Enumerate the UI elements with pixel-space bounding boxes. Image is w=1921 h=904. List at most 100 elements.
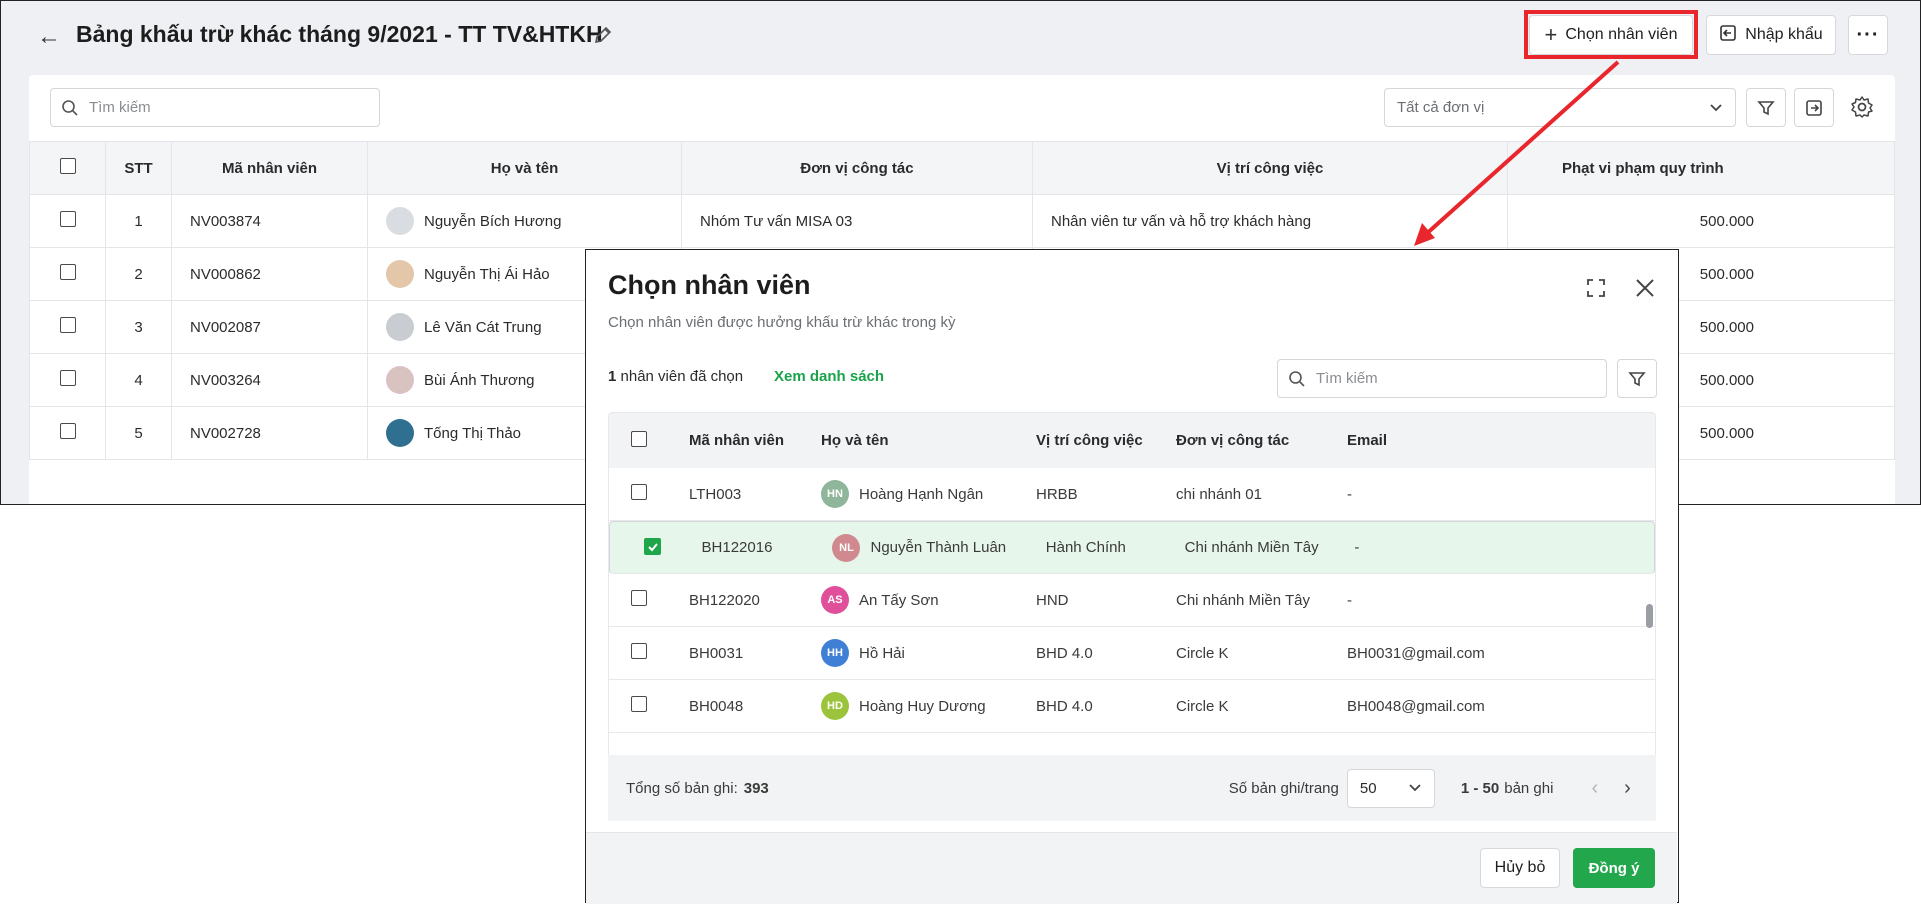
grid-header-position: Vị trí công việc (1036, 432, 1143, 449)
edit-icon[interactable] (593, 25, 613, 50)
row-name: Lê Văn Cát Trung (424, 318, 542, 336)
selected-count-number: 1 (608, 368, 617, 385)
grid-header-code: Mã nhân viên (689, 432, 785, 449)
grid-email: - (1354, 539, 1360, 556)
row-position: Nhân viên tư vấn và hỗ trợ khách hàng (1032, 194, 1508, 248)
grid-unit: Circle K (1176, 697, 1229, 715)
unit-filter-value: Tất cả đơn vị (1397, 99, 1485, 116)
grid-row[interactable]: LTH003 HN Hoàng Hạnh Ngân HRBB chi nhánh … (609, 468, 1655, 521)
filter-icon (1757, 100, 1775, 115)
filter-button[interactable] (1746, 88, 1786, 127)
grid-position: Hành Chính (1045, 539, 1126, 556)
avatar (386, 366, 414, 394)
total-value: 393 (743, 779, 769, 797)
row-name: Nguyễn Bích Hương (424, 212, 562, 230)
row-code: NV000862 (171, 247, 368, 301)
employee-grid: Mã nhân viên Họ và tên Vị trí công việc … (608, 412, 1656, 806)
selected-count-text: nhân viên đã chọn (620, 368, 744, 385)
back-arrow-icon[interactable]: ← (37, 23, 61, 51)
page-title: Bảng khấu trừ khác tháng 9/2021 - TT TV&… (76, 21, 603, 47)
chevron-down-icon (1710, 103, 1722, 111)
view-list-link[interactable]: Xem danh sách (774, 368, 884, 385)
per-page-select[interactable]: 50 (1346, 768, 1435, 808)
grid-header-row: Mã nhân viên Họ và tên Vị trí công việc … (609, 413, 1655, 468)
grid-email: - (1347, 485, 1352, 503)
row-checkbox[interactable] (59, 211, 76, 227)
header-code: Mã nhân viên (171, 141, 368, 195)
row-checkbox[interactable] (59, 317, 76, 333)
grid-code: BH0031 (689, 644, 744, 662)
cancel-button[interactable]: Hủy bỏ (1480, 848, 1560, 888)
export-button[interactable] (1794, 88, 1834, 127)
grid-row-selected[interactable]: BH122016 NL Nguyễn Thành Luân Hành Chính … (609, 521, 1655, 574)
row-checkbox[interactable] (631, 643, 647, 659)
grid-header-name: Họ và tên (821, 432, 889, 449)
row-stt: 1 (105, 194, 172, 248)
dialog-search-input[interactable]: Tìm kiếm (1277, 359, 1607, 398)
grid-unit: Circle K (1176, 644, 1229, 662)
grid-email: BH0048@gmail.com (1347, 697, 1485, 715)
grid-position: BHD 4.0 (1036, 644, 1093, 662)
header-select-all[interactable] (29, 141, 106, 195)
grid-unit: Chi nhánh Miền Tây (1176, 591, 1310, 609)
row-checkbox-checked[interactable] (644, 538, 661, 556)
row-code: NV002087 (171, 300, 368, 354)
header-name: Họ và tên (367, 141, 682, 195)
import-button[interactable]: Nhập khẩu (1706, 15, 1836, 55)
row-checkbox[interactable] (59, 423, 76, 439)
grid-header-unit: Đơn vị công tác (1176, 432, 1290, 449)
grid-code: LTH003 (689, 485, 742, 503)
grid-row[interactable]: BH0048 HD Hoàng Huy Dương BHD 4.0 Circle … (609, 680, 1655, 733)
grid-code: BH0048 (689, 697, 744, 715)
avatar: HH (821, 639, 849, 667)
choose-employee-dialog: Chọn nhân viên Chọn nhân viên được hưởng… (585, 249, 1679, 904)
unit-filter-select[interactable]: Tất cả đơn vị (1384, 88, 1736, 127)
table-row[interactable]: 1 NV003874 Nguyễn Bích Hương Nhóm Tư vấn… (29, 194, 1895, 248)
row-fine: 500.000 (1507, 194, 1895, 248)
highlight-box (1524, 10, 1698, 59)
table-header-row: STT Mã nhân viên Họ và tên Đơn vị công t… (29, 141, 1895, 195)
row-checkbox[interactable] (631, 484, 647, 500)
avatar (386, 260, 414, 288)
more-options-button[interactable]: ··· (1848, 15, 1888, 55)
settings-gear-icon[interactable] (1850, 95, 1874, 124)
ok-button[interactable]: Đồng ý (1573, 848, 1655, 888)
row-name: Bùi Ánh Thương (424, 371, 535, 389)
search-placeholder: Tìm kiếm (89, 99, 151, 116)
per-page-label: Số bản ghi/trang (1228, 779, 1339, 797)
grid-code: BH122020 (689, 591, 760, 609)
row-unit: Nhóm Tư vấn MISA 03 (681, 194, 1033, 248)
row-checkbox[interactable] (631, 590, 647, 606)
row-checkbox[interactable] (59, 370, 76, 386)
more-dots-icon: ··· (1856, 24, 1880, 46)
search-input[interactable]: Tìm kiếm (50, 88, 380, 127)
select-all-checkbox[interactable] (631, 430, 647, 447)
grid-email: BH0031@gmail.com (1347, 644, 1485, 662)
header-position: Vị trí công việc (1032, 141, 1508, 195)
grid-name: Hoàng Hạnh Ngân (859, 485, 984, 503)
grid-row[interactable]: BH122020 AS An Tấy Sơn HND Chi nhánh Miền… (609, 574, 1655, 627)
row-stt: 3 (105, 300, 172, 354)
selected-count: 1 nhân viên đã chọn (608, 368, 743, 385)
avatar: HD (821, 692, 849, 720)
row-checkbox[interactable] (59, 264, 76, 280)
select-all-checkbox[interactable] (59, 158, 76, 174)
maximize-icon[interactable] (1586, 278, 1606, 303)
grid-unit: Chi nhánh Miền Tây (1184, 539, 1319, 556)
grid-code: BH122016 (701, 539, 773, 556)
close-icon[interactable] (1634, 277, 1656, 304)
filter-icon (1628, 371, 1646, 386)
grid-row[interactable]: BH0031 HH Hồ Hải BHD 4.0 Circle K BH0031@… (609, 627, 1655, 680)
row-stt: 5 (105, 406, 172, 460)
grid-scrollbar[interactable] (1646, 604, 1653, 628)
dialog-subtitle: Chọn nhân viên được hưởng khấu trừ khác … (608, 314, 956, 331)
grid-name: Hoàng Huy Dương (859, 697, 986, 715)
search-icon (62, 99, 78, 116)
dialog-filter-button[interactable] (1617, 359, 1657, 398)
prev-page-icon[interactable]: ‹ (1591, 777, 1598, 800)
row-checkbox[interactable] (631, 696, 647, 712)
next-page-icon[interactable]: › (1624, 777, 1631, 800)
avatar: HN (821, 480, 849, 508)
import-icon (1719, 24, 1737, 47)
grid-header-email: Email (1347, 432, 1388, 449)
